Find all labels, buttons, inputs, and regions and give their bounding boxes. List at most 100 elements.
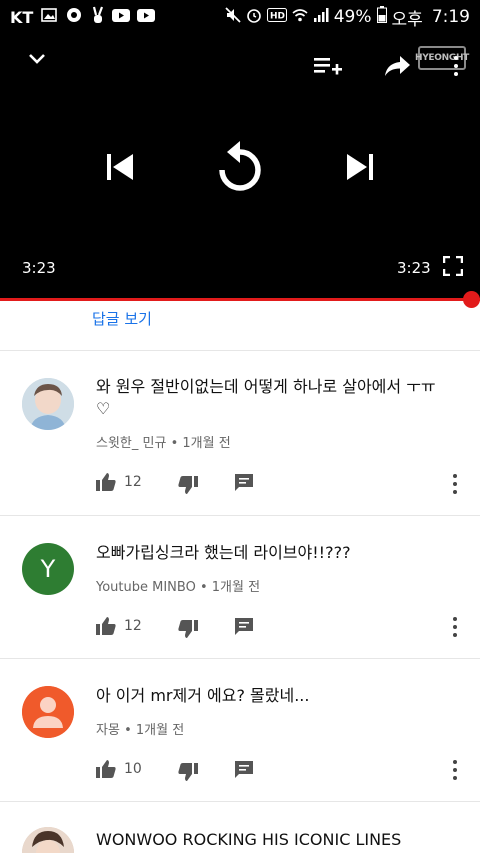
app-notification-icon [64,7,84,28]
comment-text: WONWOO ROCKING HIS ICONIC LINES [96,830,402,849]
more-dot [454,72,458,76]
avatar[interactable] [22,378,74,430]
comment-time: 1개월 전 [211,580,261,595]
hd-icon: HD [266,7,287,27]
avatar-photo [22,827,74,853]
more-dot [453,482,457,486]
thumbs-up-icon [96,760,116,778]
view-replies-link[interactable]: 답글 보기 [92,308,152,329]
signal-icon [313,7,329,28]
more-dot [454,64,458,68]
more-dot [453,625,457,629]
previous-button[interactable] [105,152,135,186]
wifi-icon [292,7,308,28]
comment-more-button[interactable] [446,472,464,496]
comment-meta: 자몽 • 1개월 전 [96,719,184,738]
playlist-add-icon [314,58,342,75]
more-dot [453,633,457,637]
video-player[interactable]: KT HD 49% 오후 7:19 HYEONGHT 3:23 3:23 [0,0,480,298]
like-button[interactable]: 10 [96,760,142,778]
victory-hand-icon [91,6,105,29]
reply-button[interactable] [234,617,254,635]
like-count: 12 [124,618,142,634]
status-right: HD 49% 오후 7:19 [225,5,470,30]
reply-button[interactable] [234,473,254,491]
current-time: 3:23 [22,259,56,277]
reply-button[interactable] [234,760,254,778]
comment-item: 와 원우 절반이없는데 어떻게 하나로 살아에서 ㅜㅠ♡ 스윗한_ 민규 • 1… [0,350,480,515]
comment-text: 오빠가립싱크라 했는데 라이브야!!??? [96,543,351,562]
battery-percent: 49% [333,7,372,27]
meta-separator: • [170,436,179,451]
comment-icon [234,761,253,778]
more-dot [453,776,457,780]
progress-bar[interactable] [0,298,480,301]
thumbs-down-icon [178,763,198,781]
progress-scrubber[interactable] [463,291,480,308]
replay-button[interactable] [214,140,266,198]
like-count: 12 [124,474,142,490]
gallery-icon [41,7,58,27]
chevron-down-icon [29,54,45,64]
mute-icon [225,6,241,28]
thumbs-down-icon [178,620,198,638]
alarm-icon [246,7,262,28]
dislike-button[interactable] [178,470,198,494]
comment-icon [234,474,253,491]
meta-separator: • [199,580,208,595]
next-button[interactable] [345,152,375,186]
avatar[interactable]: Y [22,543,74,595]
thumbs-down-icon [178,476,198,494]
replay-icon [219,141,261,191]
like-button[interactable]: 12 [96,473,142,491]
comment-author[interactable]: 자몽 [96,723,120,738]
like-button[interactable]: 12 [96,617,142,635]
more-dot [453,617,457,621]
comment-item: 아 이거 mr제거 에요? 몰랐네... 자몽 • 1개월 전 10 [0,658,480,801]
youtube-icon [137,7,156,27]
skip-previous-icon [107,154,133,180]
share-button[interactable] [384,54,412,82]
duration: 3:23 [397,259,431,277]
more-dot [454,56,458,60]
more-dot [453,760,457,764]
comment-text: 와 원우 절반이없는데 어떻게 하나로 살아에서 ㅜㅠ♡ [96,377,436,418]
fullscreen-button[interactable] [442,255,464,280]
youtube-icon [112,7,131,27]
add-to-queue-button[interactable] [313,54,343,82]
fullscreen-icon [442,255,464,277]
comment-more-button[interactable] [446,758,464,782]
avatar-photo [22,378,74,430]
comment-author[interactable]: 스윗한_ 민규 [96,436,166,451]
skip-next-icon [347,154,373,180]
comment-more-button[interactable] [446,615,464,639]
comment-actions: 12 [96,470,290,494]
comment-meta: Youtube MINBO • 1개월 전 [96,576,260,595]
status-bar: KT HD 49% 오후 7:19 [0,0,480,34]
comment-item: Y 오빠가립싱크라 했는데 라이브야!!??? Youtube MINBO • … [0,515,480,658]
comment-time: 1개월 전 [135,723,185,738]
more-dot [453,490,457,494]
comment-actions: 10 [96,757,290,781]
default-avatar-icon [22,686,74,738]
comment-item: WONWOO ROCKING HIS ICONIC LINES [0,801,480,853]
avatar[interactable] [22,686,74,738]
like-count: 10 [124,761,142,777]
player-more-button[interactable] [447,54,465,78]
avatar-letter: Y [40,555,56,583]
comment-actions: 12 [96,614,290,638]
avatar[interactable] [22,827,74,853]
comment-time: 1개월 전 [182,436,231,451]
dislike-button[interactable] [178,757,198,781]
svg-text:HD: HD [270,12,285,22]
more-dot [453,768,457,772]
more-dot [453,474,457,478]
comment-icon [234,618,253,635]
carrier-label: KT [10,7,34,27]
comment-meta: 스윗한_ 민규 • 1개월 전 [96,432,231,451]
dislike-button[interactable] [178,614,198,638]
minimize-button[interactable] [26,48,48,74]
meta-separator: • [124,723,132,738]
clock: 7:19 [431,7,470,27]
comment-author[interactable]: Youtube MINBO [96,580,196,595]
